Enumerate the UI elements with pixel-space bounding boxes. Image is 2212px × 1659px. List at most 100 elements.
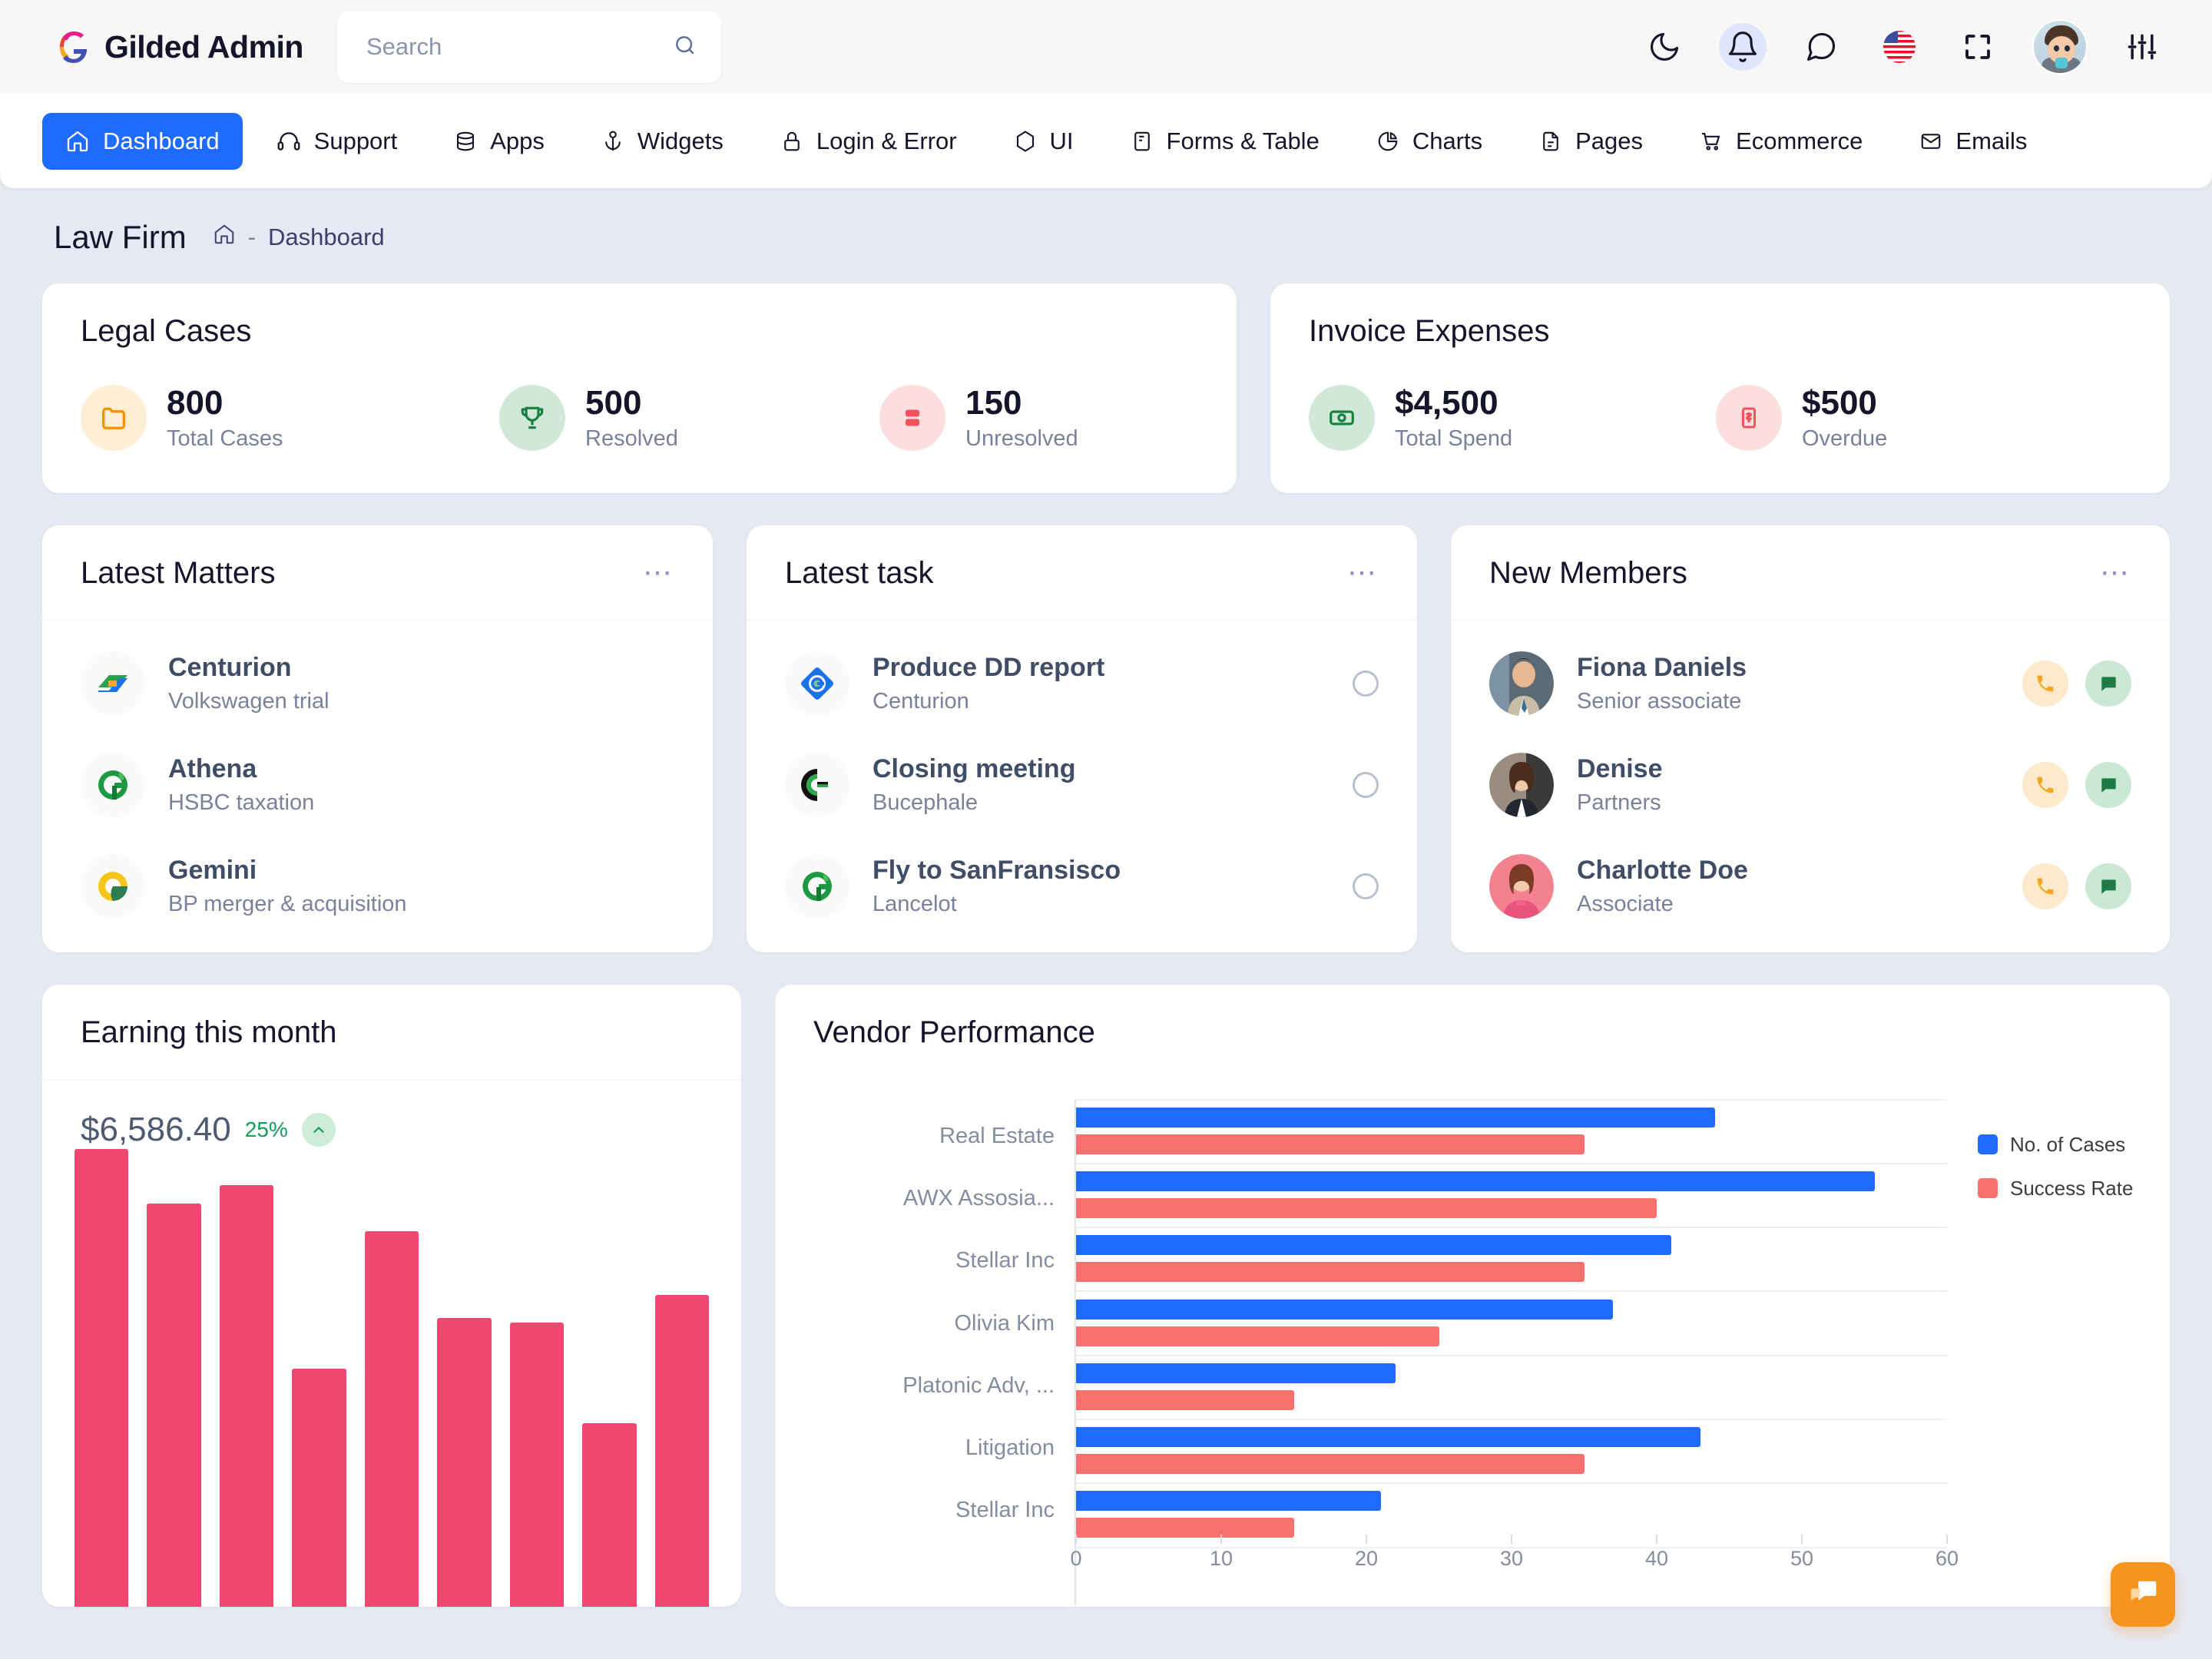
member-role: Senior associate [1577,688,1742,714]
nav-label: Apps [490,127,545,154]
vendor-chart-x-axis: 0 10 20 30 40 50 60 [1070,1534,1959,1587]
legend-item[interactable]: Success Rate [1978,1177,2139,1200]
vendor-bar-success [1076,1134,1584,1154]
search-icon[interactable] [673,33,697,61]
list-item[interactable]: Fly to SanFransisco Lancelot [785,853,1379,919]
search-box[interactable] [336,11,721,83]
legend-label: Success Rate [2010,1176,2134,1200]
stat-label: Unresolved [965,426,1078,451]
list-item[interactable]: Produce DD report Centurion [785,651,1379,716]
stat-value: $500 [1802,384,1877,422]
more-options-icon[interactable]: ⋯ [2100,558,2131,588]
avatar [1489,853,1554,919]
nav-item-dashboard[interactable]: Dashboard [42,112,243,170]
earning-bar [147,1204,201,1607]
item-title: Produce DD report [873,652,1105,682]
vendor-bar-group [1076,1427,1947,1475]
vendor-bar-group [1076,1363,1947,1410]
task-checkbox[interactable] [1353,873,1379,899]
latest-matters-card: Latest Matters ⋯ Centurion Volkswagen tr… [42,525,713,952]
vendor-bar-success [1076,1454,1584,1475]
vendor-chart-legend: No. of Cases Success Rate [1947,1099,2139,1607]
list-item[interactable]: Charlotte Doe Associate [1489,853,2131,919]
earning-bar-chart [42,1148,741,1607]
chat-bubble-icon[interactable] [1797,23,1845,71]
flag-us-icon[interactable] [1876,23,1923,71]
item-title: Closing meeting [873,753,1076,783]
vendor-axis-tick: 30 [1499,1546,1524,1570]
task-checkbox[interactable] [1353,771,1379,798]
latest-task-card: Latest task ⋯ Produce DD report Centurio… [747,525,1417,952]
vendor-bar-cases [1076,1427,1700,1448]
list-item[interactable]: Denise Partners [1489,752,2131,817]
earning-bar [292,1368,346,1607]
nav-item-emails[interactable]: Emails [1896,113,2050,170]
earning-amount: $6,586.40 [81,1110,231,1148]
nav-label: Charts [1412,127,1483,154]
avatar[interactable] [2032,19,2088,75]
settings-sliders-icon[interactable] [2118,23,2166,71]
dark-mode-icon[interactable] [1641,23,1688,71]
list-item[interactable]: Gemini BP merger & acquisition [81,853,674,919]
stats-row: Legal Cases 800 Total Cases 500 Resolved… [42,283,2170,493]
more-options-icon[interactable]: ⋯ [643,558,674,588]
nav-item-ecommerce[interactable]: Ecommerce [1677,113,1886,170]
phone-icon[interactable] [2022,761,2068,808]
nav-item-login-error[interactable]: Login & Error [757,113,980,170]
list-item[interactable]: Closing meeting Bucephale [785,752,1379,817]
list-item[interactable]: Fiona Daniels Senior associate [1489,651,2131,716]
member-role: Associate [1577,891,1674,916]
pie-chart-icon [1376,130,1399,153]
brand[interactable]: Gilded Admin [54,27,303,67]
notification-bell-icon[interactable] [1719,23,1767,71]
nav-item-forms-table[interactable]: Forms & Table [1108,113,1343,170]
page-title: Law Firm [54,219,187,255]
item-subtitle: Bucephale [873,790,979,815]
chat-support-icon[interactable] [2111,1562,2175,1627]
more-options-icon[interactable]: ⋯ [1347,558,1379,588]
home-icon [65,129,90,154]
item-subtitle: Lancelot [873,891,957,916]
stat-overdue: $500 Overdue [1716,384,1887,452]
centurion-task-logo-icon [785,651,849,716]
vendor-bar-success [1076,1389,1294,1410]
vendor-bar-success [1076,1262,1584,1283]
nav-item-ui[interactable]: UI [991,113,1097,170]
bucephale-logo-icon [785,752,849,817]
breadcrumb-current[interactable]: Dashboard [268,224,385,251]
vendor-category-label: Olivia Kim [954,1310,1055,1336]
vendor-bar-group [1076,1299,1947,1346]
vendor-category-label: AWX Assosia... [902,1186,1055,1211]
page-icon [1539,130,1562,153]
vendor-chart-y-labels: Real Estate AWX Assosia... Stellar Inc Oliv… [813,1099,1075,1607]
message-icon[interactable] [2085,761,2131,808]
nav-item-pages[interactable]: Pages [1516,113,1666,170]
task-checkbox[interactable] [1353,670,1379,697]
legend-item[interactable]: No. of Cases [1978,1133,2139,1157]
layers-icon [879,384,945,451]
fullscreen-icon[interactable] [1954,23,2002,71]
vendor-bar-cases [1076,1235,1671,1256]
earning-bar [509,1323,565,1607]
list-item[interactable]: Centurion Volkswagen trial [81,651,674,716]
message-icon[interactable] [2085,863,2131,909]
nav-item-charts[interactable]: Charts [1353,113,1505,170]
folder-icon [81,384,147,451]
nav-item-apps[interactable]: Apps [431,113,568,170]
search-input[interactable] [366,33,673,61]
lists-row: Latest Matters ⋯ Centurion Volkswagen tr… [42,525,2170,952]
earning-bar [654,1295,709,1607]
invoice-expenses-card: Invoice Expenses $4,500 Total Spend $500… [1270,283,2170,493]
phone-icon[interactable] [2022,863,2068,909]
nav-item-widgets[interactable]: Widgets [578,113,747,170]
nav-item-support[interactable]: Support [253,113,421,170]
new-members-card: New Members ⋯ Fiona Daniels Senior assoc… [1451,525,2170,952]
message-icon[interactable] [2085,660,2131,707]
vendor-performance-card: Vendor Performance Real Estate AWX Assosi… [775,984,2170,1607]
phone-icon[interactable] [2022,660,2068,707]
vendor-bar-success [1076,1518,1294,1538]
list-item[interactable]: Athena HSBC taxation [81,752,674,817]
item-title: Gemini [168,855,257,885]
home-icon[interactable] [213,223,236,252]
receipt-icon [1716,384,1782,451]
